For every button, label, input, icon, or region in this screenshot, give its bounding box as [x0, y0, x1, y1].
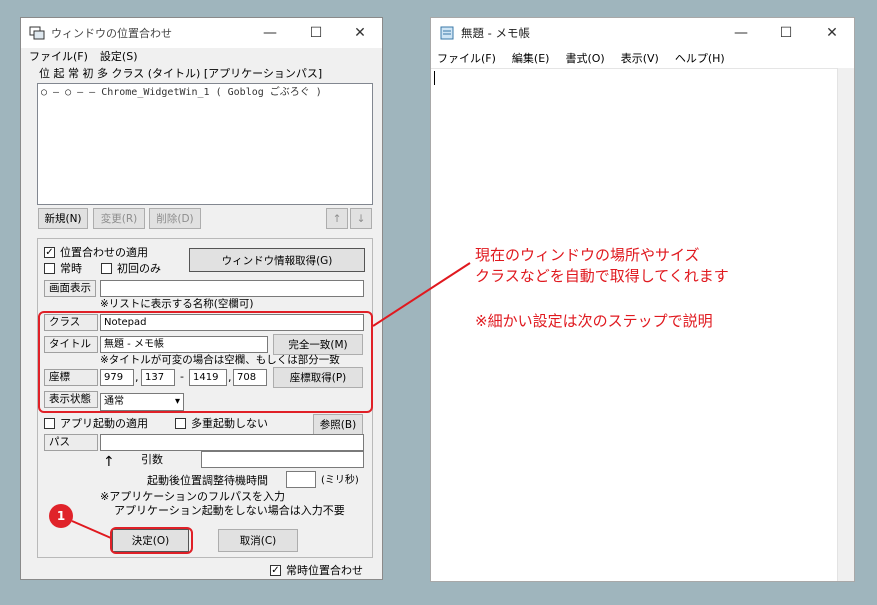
first-only-checkbox[interactable] [101, 263, 112, 274]
move-up-button[interactable]: ↑ [326, 208, 348, 229]
apply-position-checkbox[interactable]: ✓ [44, 247, 55, 258]
always-checkbox[interactable] [44, 263, 55, 274]
path-input[interactable] [100, 434, 364, 451]
path-tag: パス [44, 434, 98, 451]
always-label: 常時 [60, 262, 82, 275]
display-name-hint: ※リストに表示する名称(空欄可) [100, 298, 254, 310]
edit-button[interactable]: 変更(R) [93, 208, 145, 229]
up-arrow-icon: ↑ [103, 454, 115, 470]
menu-file[interactable]: ファイル(F) [433, 51, 504, 67]
first-only-label: 初回のみ [117, 262, 161, 275]
wait-unit: (ミリ秒) [321, 475, 359, 486]
highlight-box-fields [38, 311, 373, 413]
maximize-button[interactable]: ☐ [763, 18, 809, 48]
annotation-line2: クラスなどを自動で取得してくれます [475, 267, 729, 285]
menu-file[interactable]: ファイル(F) [23, 49, 94, 65]
dialog-title: ウィンドウの位置合わせ [51, 27, 172, 40]
dialog-menubar: ファイル(F) 設定(S) [23, 49, 382, 65]
annotation-line3: ※細かい設定は次のステップで説明 [475, 312, 713, 330]
delete-button[interactable]: 削除(D) [149, 208, 201, 229]
list-header: 位 起 常 初 多 クラス (タイトル) [アプリケーションパス] [39, 67, 323, 80]
move-down-button[interactable]: ↓ [350, 208, 372, 229]
apply-position-label: 位置合わせの適用 [60, 246, 148, 259]
display-name-tag: 画面表示 [44, 280, 96, 297]
args-label: 引数 [141, 453, 163, 466]
menu-help[interactable]: ヘルプ(H) [667, 51, 733, 67]
browse-button[interactable]: 参照(B) [313, 414, 363, 435]
app-window-icon [29, 26, 45, 40]
no-multi-launch-checkbox[interactable] [175, 418, 186, 429]
annotation-line1: 現在のウィンドウの場所やサイズ [475, 246, 700, 264]
display-name-input[interactable] [100, 280, 364, 297]
notepad-icon [440, 26, 454, 40]
highlight-box-ok [110, 527, 193, 554]
minimize-button[interactable]: — [247, 18, 293, 48]
cancel-button[interactable]: 取消(C) [218, 529, 298, 552]
notepad-window: 無題 - メモ帳 — ☐ ✕ ファイル(F) 編集(E) 書式(O) 表示(V)… [430, 17, 855, 582]
note-fullpath: ※アプリケーションのフルパスを入力 [100, 490, 285, 503]
close-button[interactable]: ✕ [809, 18, 855, 48]
close-button[interactable]: ✕ [337, 18, 383, 48]
notepad-title: 無題 - メモ帳 [461, 26, 530, 40]
step-badge: 1 [49, 504, 73, 528]
wait-time-input[interactable] [286, 471, 316, 488]
wait-label: 起動後位置調整待機時間 [147, 474, 268, 487]
always-align-label: 常時位置合わせ [286, 564, 363, 577]
text-caret [434, 71, 435, 85]
args-input[interactable] [201, 451, 364, 468]
window-alignment-dialog: ウィンドウの位置合わせ — ☐ ✕ ファイル(F) 設定(S) 位 起 常 初 … [20, 17, 383, 580]
note-not-required: アプリケーション起動をしない場合は入力不要 [114, 504, 345, 517]
menu-view[interactable]: 表示(V) [613, 51, 667, 67]
no-multi-launch-label: 多重起動しない [191, 417, 268, 430]
rules-list[interactable]: ○ ― ○ ― ― Chrome_WidgetWin_1 ( Goblog ごぶ… [37, 83, 373, 205]
menu-settings[interactable]: 設定(S) [94, 49, 144, 65]
get-window-info-button[interactable]: ウィンドウ情報取得(G) [189, 248, 365, 272]
app-launch-label: アプリ起動の適用 [60, 417, 148, 430]
always-align-checkbox[interactable]: ✓ [270, 565, 281, 576]
maximize-button[interactable]: ☐ [293, 18, 339, 48]
new-button[interactable]: 新規(N) [38, 208, 88, 229]
notepad-menubar: ファイル(F) 編集(E) 書式(O) 表示(V) ヘルプ(H) [433, 51, 854, 67]
app-launch-checkbox[interactable] [44, 418, 55, 429]
list-item[interactable]: ○ ― ○ ― ― Chrome_WidgetWin_1 ( Goblog ごぶ… [41, 86, 322, 100]
vertical-scrollbar[interactable] [837, 68, 854, 581]
menu-format[interactable]: 書式(O) [557, 51, 612, 67]
menu-edit[interactable]: 編集(E) [504, 51, 558, 67]
minimize-button[interactable]: — [718, 18, 764, 48]
